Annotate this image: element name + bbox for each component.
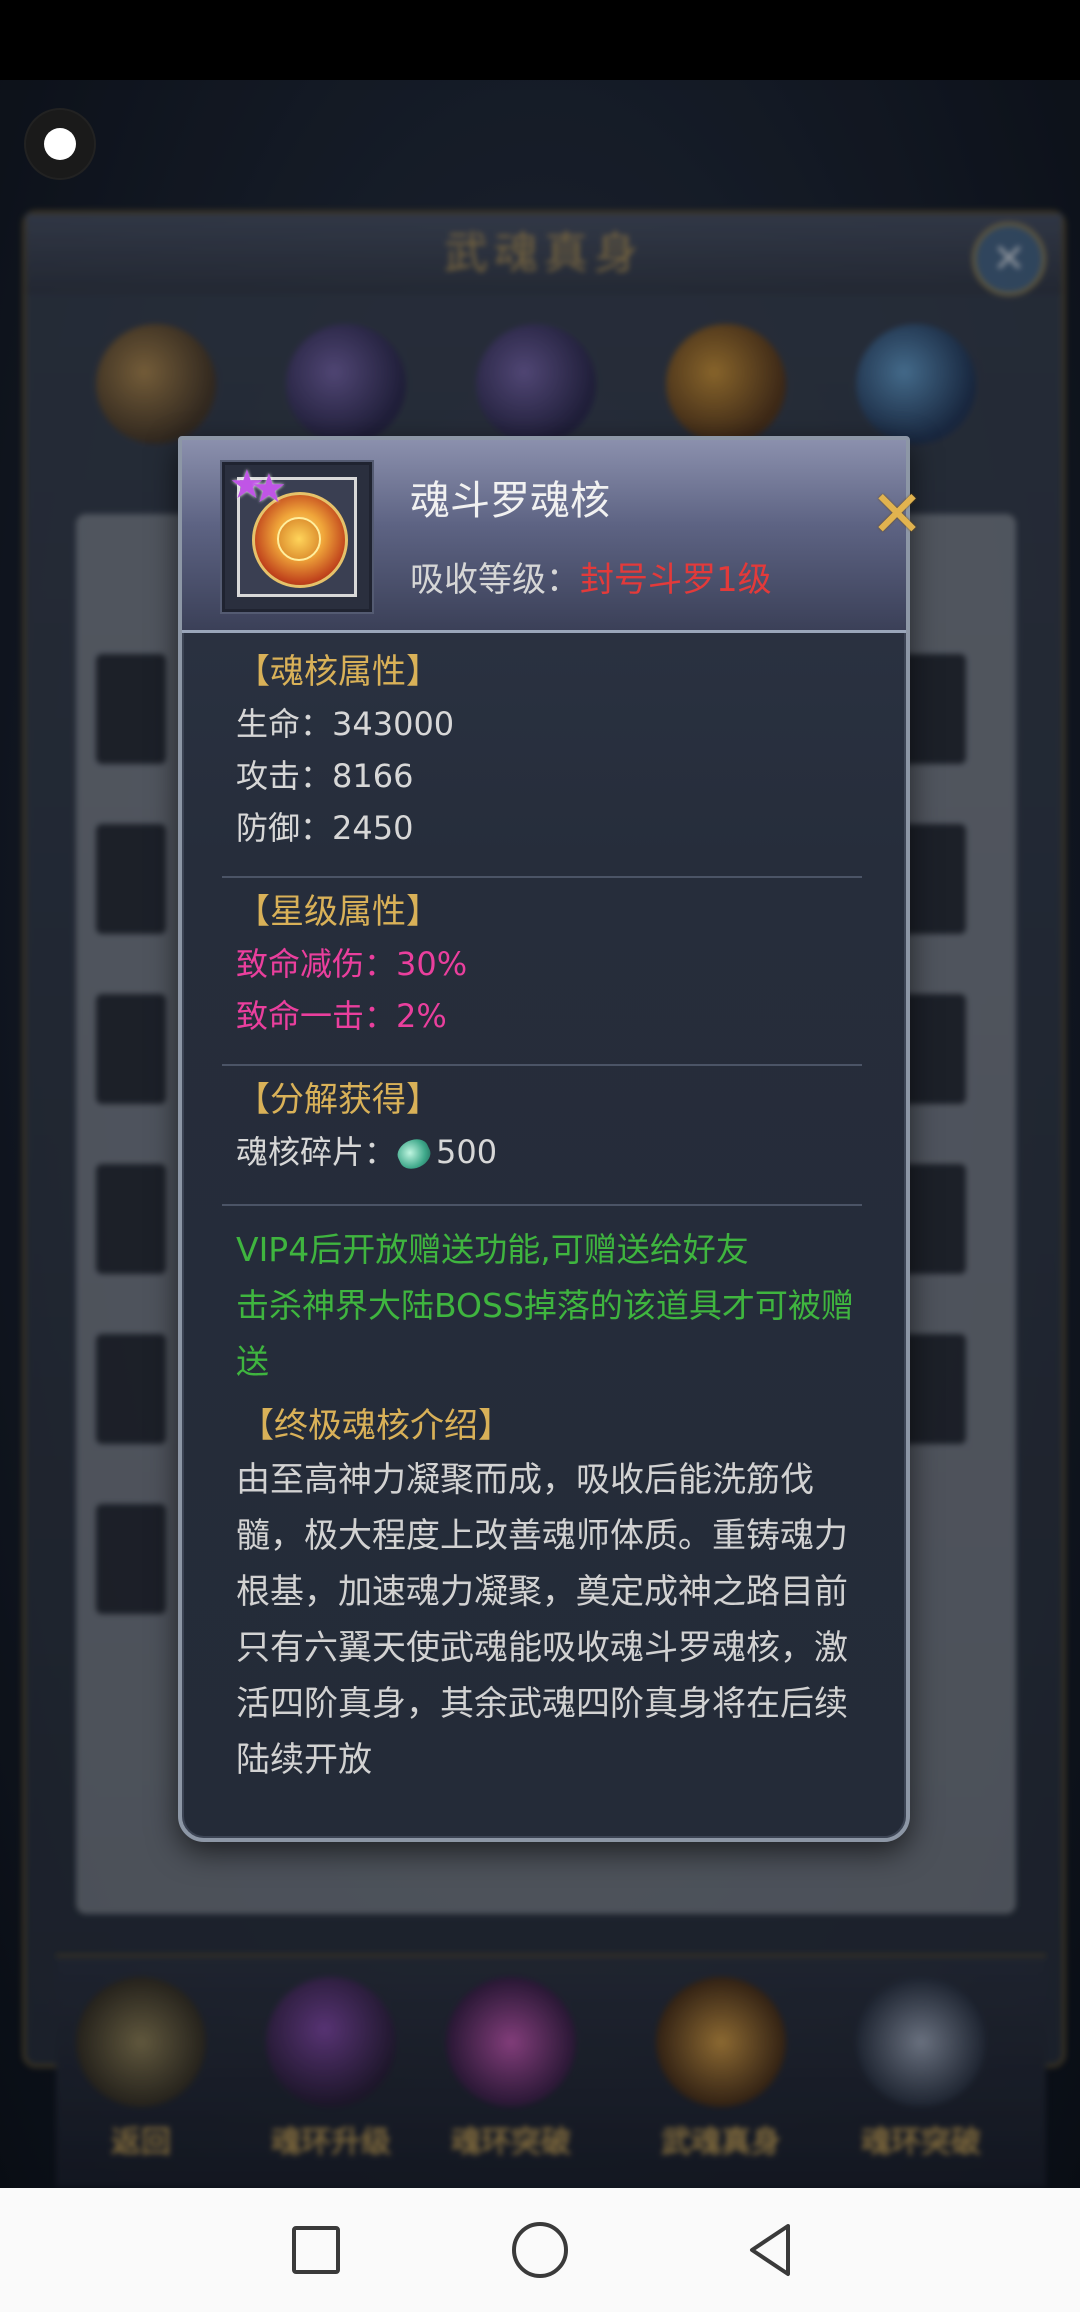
status-bar	[0, 0, 1080, 80]
gift-notice-line2: 击杀神界大陆BOSS掉落的该道具才可被赠送	[236, 1286, 854, 1381]
attr-hp: 生命：343000	[236, 705, 455, 743]
attr-defense: 防御：2450	[236, 809, 414, 847]
back-icon[interactable]	[740, 2218, 804, 2282]
absorb-level-value: 封号斗罗1级	[580, 560, 772, 600]
star-attributes-title: 【星级属性】	[236, 892, 440, 932]
attr-crit-strike: 致命一击：2%	[236, 997, 447, 1035]
recent-apps-icon[interactable]	[284, 2218, 348, 2282]
core-attributes-title: 【魂核属性】	[236, 652, 440, 692]
section-divider	[222, 1204, 862, 1206]
gift-notice-line1: VIP4后开放赠送功能,可赠送给好友	[236, 1230, 749, 1269]
gift-notice: VIP4后开放赠送功能,可赠送给好友 击杀神界大陆BOSS掉落的该道具才可被赠送	[236, 1222, 866, 1390]
close-icon[interactable]: ✕	[867, 483, 927, 547]
soul-core-shard-icon	[393, 1134, 435, 1174]
ultimate-core-intro-title: 【终极魂核介绍】	[240, 1406, 512, 1446]
decompose-section: 【分解获得】 魂核碎片： 500	[236, 1074, 497, 1178]
attr-attack: 攻击：8166	[236, 757, 414, 795]
popup-header: ★ ★ 魂斗罗魂核 吸收等级：封号斗罗1级	[182, 440, 906, 630]
ultimate-core-intro-text: 由至高神力凝聚而成，吸收后能洗筋伐髓，极大程度上改善魂师体质。重铸魂力根基，加速…	[236, 1460, 848, 1780]
attr-crit-reduction: 致命减伤：30%	[236, 945, 468, 983]
star-attributes-section: 【星级属性】 致命减伤：30% 致命一击：2%	[236, 886, 467, 1042]
item-icon-frame: ★ ★	[222, 462, 372, 612]
core-attributes-section: 【魂核属性】 生命：343000 攻击：8166 防御：2450	[236, 646, 454, 854]
decompose-reward-label: 魂核碎片：	[236, 1133, 397, 1171]
absorb-level: 吸收等级：封号斗罗1级	[410, 552, 772, 601]
section-divider	[222, 876, 862, 878]
absorb-level-label: 吸收等级：	[410, 560, 580, 600]
decompose-title: 【分解获得】	[236, 1080, 440, 1120]
decompose-reward: 魂核碎片： 500	[236, 1126, 497, 1178]
header-divider	[182, 630, 906, 633]
section-divider	[222, 1064, 862, 1066]
item-name: 魂斗罗魂核	[410, 478, 610, 524]
decompose-reward-value: 500	[436, 1133, 498, 1171]
game-area: 武魂真身 ✕ 返回 魂环升级 魂环突破 武魂真身 魂环突破 ★ ★ 魂斗罗魂核 …	[0, 80, 1080, 2188]
floating-record-icon[interactable]	[26, 110, 94, 178]
ultimate-core-intro: 【终极魂核介绍】 由至高神力凝聚而成，吸收后能洗筋伐髓，极大程度上改善魂师体质。…	[236, 1400, 856, 1788]
item-detail-popup: ★ ★ 魂斗罗魂核 吸收等级：封号斗罗1级 【魂核属性】 生命：343000 攻…	[178, 436, 910, 1842]
home-icon[interactable]	[508, 2218, 572, 2282]
star-icon: ★	[251, 466, 287, 512]
system-nav-bar	[0, 2188, 1080, 2312]
